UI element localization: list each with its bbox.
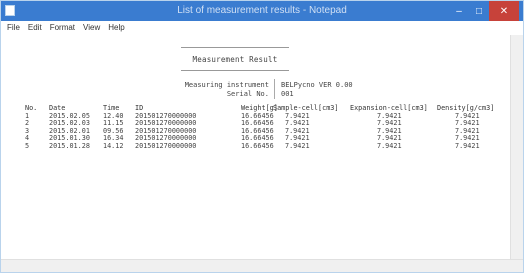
text-editor-area[interactable]: Measurement Result Measuring instrument … <box>1 35 511 261</box>
table-row: 5 2015.01.28 14.12 201501270000000 16.66… <box>25 141 495 151</box>
cell-time: 14.12 <box>103 141 124 150</box>
instrument-label: Measuring instrument <box>184 81 269 89</box>
maximize-button[interactable]: □ <box>469 1 489 21</box>
menu-help[interactable]: Help <box>108 23 124 33</box>
cell-id: 201501270000000 <box>135 141 197 150</box>
notepad-window: List of measurement results - Notepad – … <box>0 0 524 273</box>
window-title: List of measurement results - Notepad <box>177 5 347 16</box>
serial-label: Serial No. <box>226 90 269 98</box>
meta-divider <box>274 79 275 99</box>
cell-sample-cell: 7.9421 <box>285 141 310 150</box>
menu-view[interactable]: View <box>83 23 100 33</box>
menu-bar: File Edit Format View Help <box>1 21 523 35</box>
cell-density: 7.9421 <box>455 141 480 150</box>
results-table: No. Date Time ID Weight[g] Sample-cell[c… <box>25 104 495 151</box>
cell-date: 2015.01.28 <box>49 141 90 150</box>
document-title-box: Measurement Result <box>181 47 289 71</box>
serial-value: 001 <box>281 90 294 98</box>
document-title: Measurement Result <box>192 54 278 64</box>
vertical-scrollbar[interactable] <box>510 35 523 261</box>
cell-weight: 16.66456 <box>241 141 274 150</box>
instrument-value: BELPycno VER 0.00 <box>281 81 353 89</box>
menu-format[interactable]: Format <box>50 23 75 33</box>
menu-edit[interactable]: Edit <box>28 23 42 33</box>
minimize-button[interactable]: – <box>449 1 469 21</box>
cell-expansion-cell: 7.9421 <box>377 141 402 150</box>
cell-no: 5 <box>25 141 30 150</box>
title-bar[interactable]: List of measurement results - Notepad – … <box>1 1 523 21</box>
menu-file[interactable]: File <box>7 23 20 33</box>
window-controls: – □ ✕ <box>449 1 519 21</box>
close-button[interactable]: ✕ <box>489 1 519 21</box>
horizontal-scrollbar[interactable] <box>1 259 523 272</box>
